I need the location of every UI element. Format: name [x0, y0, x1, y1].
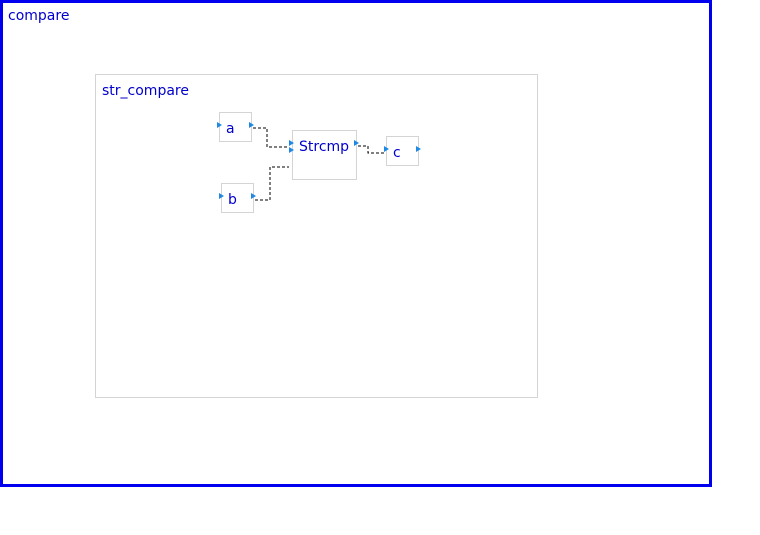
diagram-canvas: str_compare a b Strcmp c [95, 74, 538, 398]
input-block-a-label: a [226, 121, 235, 137]
output-block-c-label: c [393, 145, 401, 161]
input-block-b-box [221, 183, 254, 213]
output-block-c[interactable]: c [384, 136, 421, 166]
function-block-strcmp[interactable]: Strcmp [289, 130, 359, 180]
subsystem-frame[interactable] [95, 74, 538, 398]
subsystem-title: str_compare [102, 83, 189, 99]
input-block-a[interactable]: a [217, 112, 254, 142]
input-block-b[interactable]: b [219, 183, 256, 213]
function-block-strcmp-label: Strcmp [299, 139, 349, 155]
input-block-b-label: b [228, 192, 237, 208]
input-block-a-box [219, 112, 252, 142]
output-block-c-box [386, 136, 419, 166]
function-block-strcmp-box [292, 130, 357, 180]
